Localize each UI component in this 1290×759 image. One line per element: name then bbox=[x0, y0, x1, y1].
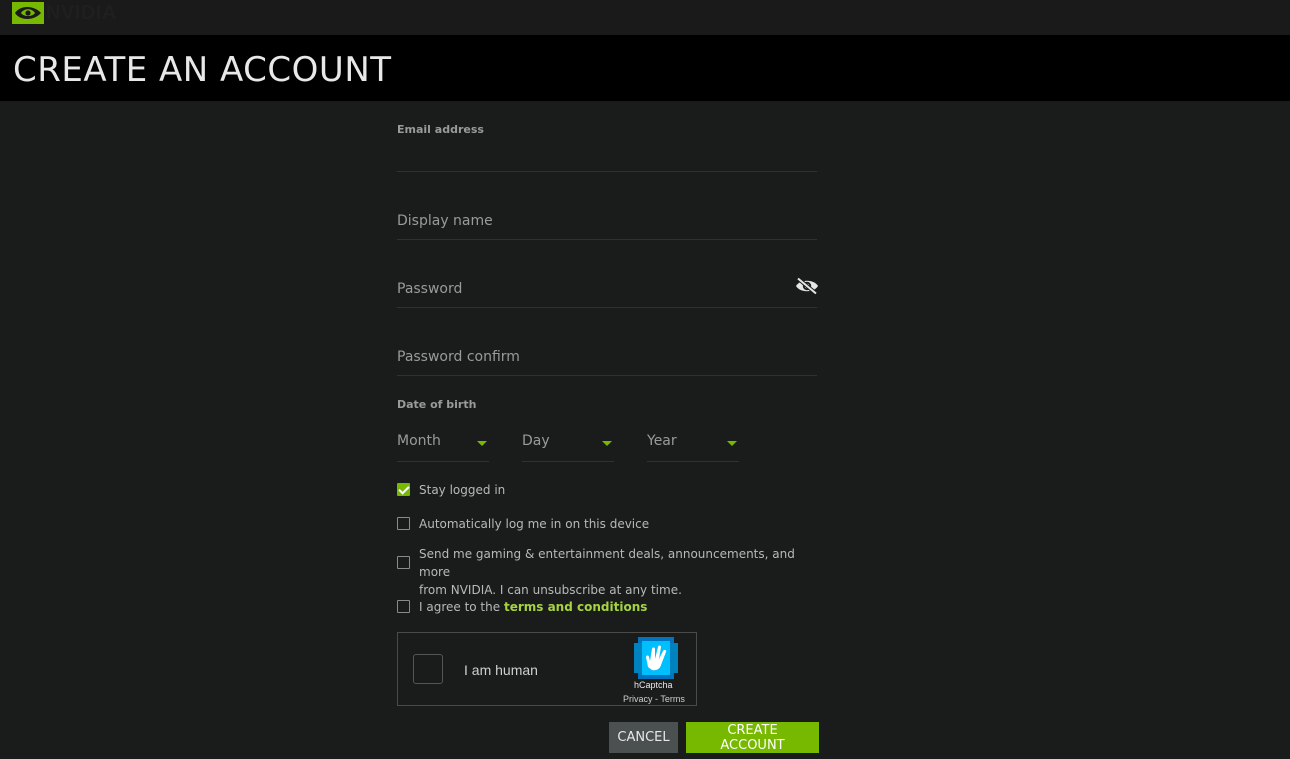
auto-login-row[interactable]: Automatically log me in on this device bbox=[397, 515, 649, 533]
terms-row[interactable]: I agree to the terms and conditions bbox=[397, 598, 647, 616]
date-of-birth-label: Date of birth bbox=[397, 398, 477, 411]
day-select[interactable]: Day bbox=[522, 431, 614, 462]
stay-logged-in-row[interactable]: Stay logged in bbox=[397, 481, 505, 499]
month-select[interactable]: Month bbox=[397, 431, 489, 462]
month-select-value: Month bbox=[397, 433, 441, 449]
title-bar: CREATE AN ACCOUNT bbox=[0, 35, 1290, 101]
stay-logged-in-label: Stay logged in bbox=[419, 483, 506, 497]
password-placeholder: Password bbox=[397, 281, 463, 297]
marketing-opt-in-label: Send me gaming & entertainment deals, an… bbox=[419, 545, 819, 599]
create-account-button[interactable]: CREATE ACCOUNT bbox=[686, 722, 819, 753]
chevron-down-icon bbox=[477, 441, 487, 446]
year-select[interactable]: Year bbox=[647, 431, 739, 462]
display-name-placeholder: Display name bbox=[397, 213, 493, 229]
captcha-label: I am human bbox=[464, 662, 538, 678]
terms-label: I agree to the terms and conditions bbox=[419, 598, 647, 616]
marketing-opt-in-row[interactable]: Send me gaming & entertainment deals, an… bbox=[397, 545, 819, 599]
nvidia-eye-logo-icon bbox=[12, 2, 44, 24]
captcha-privacy-terms-links[interactable]: Privacy - Terms bbox=[623, 694, 685, 704]
page-title: CREATE AN ACCOUNT bbox=[13, 50, 392, 90]
captcha-brand-label: hCaptcha bbox=[634, 680, 673, 690]
terms-label-prefix: I agree to the bbox=[419, 600, 501, 614]
terms-checkbox[interactable] bbox=[397, 600, 410, 613]
chevron-down-icon bbox=[602, 441, 612, 446]
password-confirm-placeholder: Password confirm bbox=[397, 349, 520, 365]
marketing-label-line1: Send me gaming & entertainment deals, an… bbox=[419, 547, 795, 579]
hcaptcha-widget: I am human hCaptcha Privacy - Terms bbox=[397, 632, 697, 706]
terms-and-conditions-link[interactable]: terms and conditions bbox=[504, 600, 647, 614]
cancel-button[interactable]: CANCEL bbox=[609, 722, 678, 753]
display-name-field[interactable]: Display name bbox=[397, 203, 817, 240]
brand-name: NVIDIA bbox=[46, 1, 117, 24]
nvidia-logo[interactable]: NVIDIA bbox=[12, 2, 117, 24]
password-confirm-field[interactable]: Password confirm bbox=[397, 339, 817, 376]
email-field[interactable] bbox=[397, 139, 817, 172]
password-field[interactable]: Password bbox=[397, 271, 817, 308]
auto-login-checkbox[interactable] bbox=[397, 517, 410, 530]
auto-login-label: Automatically log me in on this device bbox=[419, 517, 650, 531]
day-select-value: Day bbox=[522, 433, 550, 449]
stay-logged-in-checkbox[interactable] bbox=[397, 483, 410, 496]
marketing-opt-in-checkbox[interactable] bbox=[397, 556, 410, 569]
hcaptcha-hand-icon bbox=[634, 637, 678, 679]
chevron-down-icon bbox=[727, 441, 737, 446]
marketing-label-line2: from NVIDIA. I can unsubscribe at any ti… bbox=[419, 583, 682, 597]
top-navigation-bar: NVIDIA bbox=[0, 0, 1290, 35]
captcha-checkbox[interactable] bbox=[413, 654, 443, 684]
email-label: Email address bbox=[397, 123, 484, 136]
eye-slash-icon[interactable] bbox=[795, 277, 819, 295]
year-select-value: Year bbox=[647, 433, 677, 449]
